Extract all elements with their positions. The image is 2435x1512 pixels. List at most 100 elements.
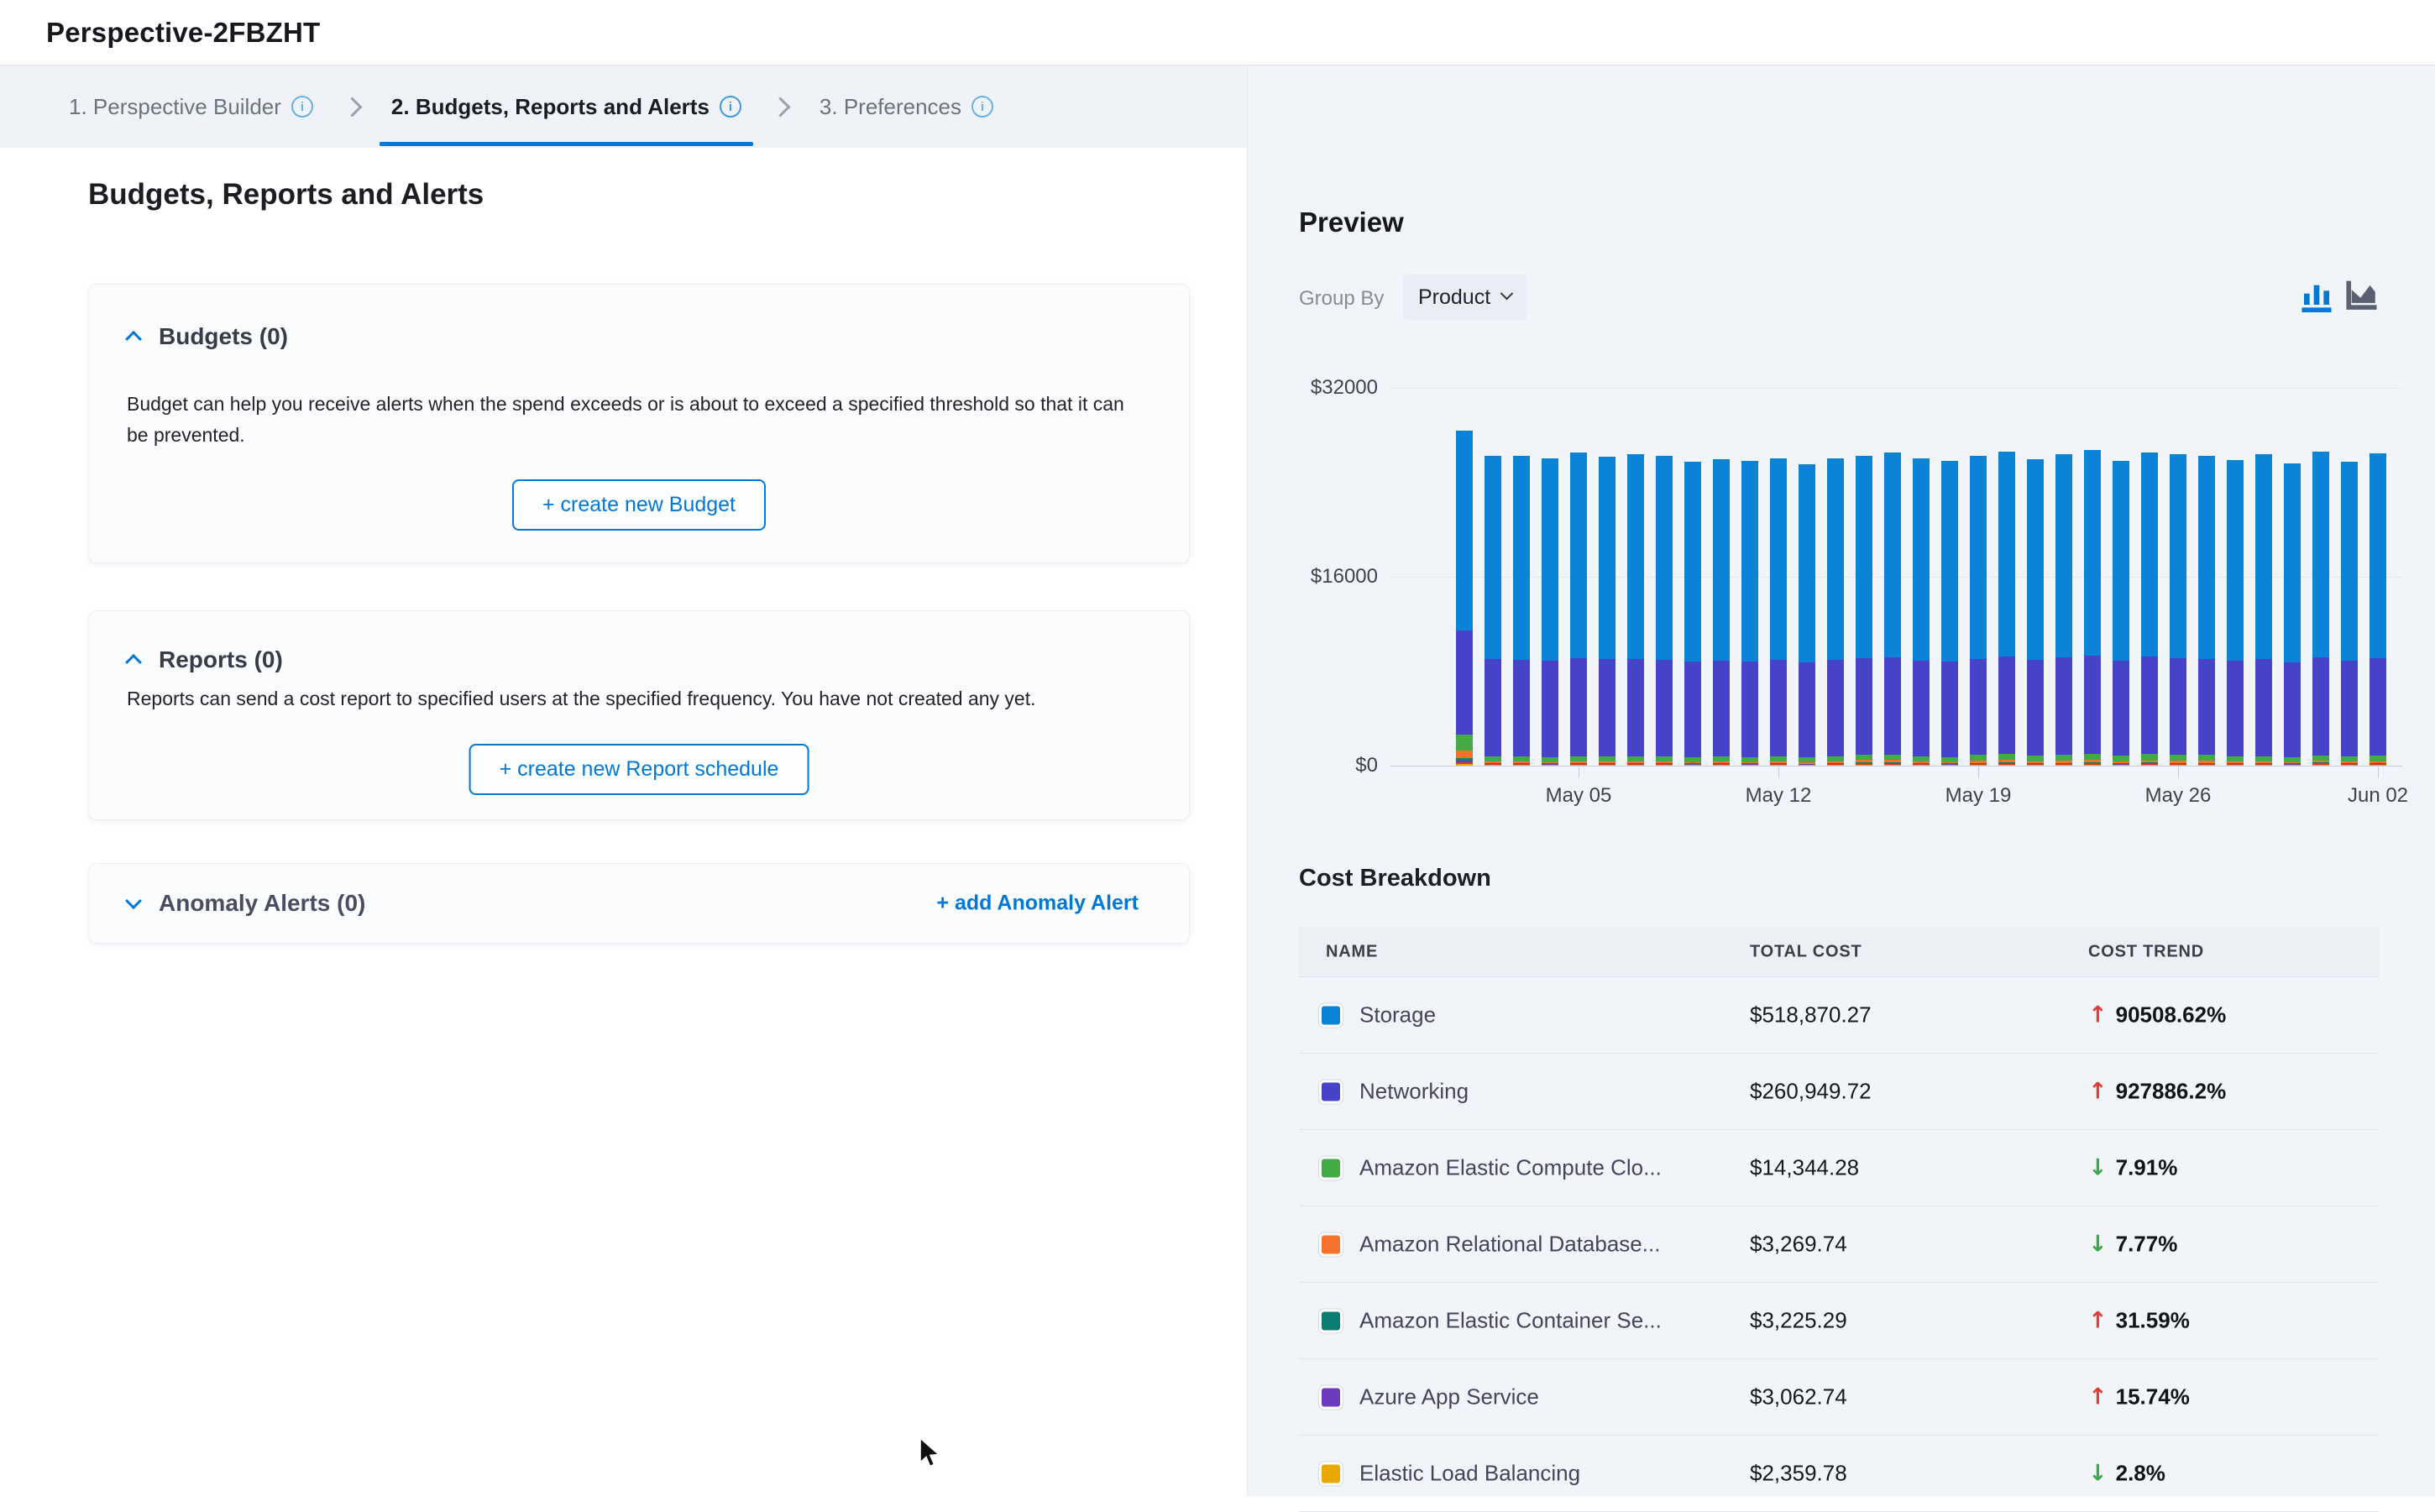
- bar-segment: [1913, 661, 1930, 757]
- collapse-anomaly-icon[interactable]: [127, 897, 140, 910]
- area-chart-icon: [2344, 278, 2380, 315]
- bar-segment: [1513, 456, 1530, 660]
- stacked-bar: [2027, 459, 2044, 766]
- stacked-bar: [1741, 461, 1758, 766]
- total-cost-value: $3,225.29: [1750, 1308, 1847, 1334]
- stacked-bar: [2370, 453, 2386, 766]
- stacked-bar: [1684, 462, 1701, 766]
- bar-segment: [2084, 754, 2101, 760]
- stacked-bar: [1542, 458, 1558, 766]
- stacked-bar: [1570, 453, 1587, 766]
- bar-segment: [1913, 765, 1930, 766]
- trend-up-icon: ↑: [2088, 1308, 2108, 1334]
- table-row[interactable]: Elastic Load Balancing$2,359.78↓2.8%: [1299, 1436, 2379, 1512]
- bar-segment: [2055, 755, 2072, 761]
- bar-segment: [1998, 765, 2015, 766]
- y-tick-16000: $16000: [1273, 565, 1378, 589]
- column-header-total-cost: TOTAL COST: [1750, 942, 1862, 961]
- legend-color-swatch: [1319, 1309, 1343, 1332]
- app-header: Perspective-2FBZHT: [0, 0, 2435, 65]
- bar-segment: [1456, 431, 1473, 630]
- trend-down-icon: ↓: [2088, 1461, 2108, 1487]
- stacked-bar: [1941, 461, 1958, 766]
- cost-trend-value: 7.77%: [2116, 1232, 2178, 1258]
- cost-trend-value: 2.8%: [2116, 1461, 2165, 1487]
- cost-trend-value: 15.74%: [2116, 1384, 2190, 1410]
- bar-segment: [1827, 765, 1844, 766]
- bar-segment: [1656, 765, 1673, 766]
- bar-segment: [2227, 765, 2244, 766]
- bar-segment: [2027, 765, 2044, 766]
- tab-3[interactable]: 3. Preferencesi: [820, 94, 993, 120]
- stacked-bar: [1970, 456, 1987, 766]
- bar-segment: [1542, 458, 1558, 661]
- info-icon[interactable]: i: [720, 96, 741, 118]
- bar-segment: [2198, 755, 2215, 761]
- stacked-bar: [1884, 453, 1901, 766]
- stacked-bar: [1856, 456, 1872, 766]
- bar-segment: [2170, 658, 2186, 755]
- product-name: Networking: [1359, 1079, 1469, 1105]
- x-tick-label: May 12: [1746, 784, 1812, 808]
- collapse-budgets-icon[interactable]: [127, 330, 140, 343]
- bar-segment: [1799, 765, 1815, 766]
- bar-segment: [1884, 657, 1901, 755]
- bar-segment: [1627, 765, 1644, 766]
- add-anomaly-alert-link[interactable]: + add Anomaly Alert: [936, 892, 1139, 916]
- create-report-button[interactable]: + create new Report schedule: [469, 744, 809, 795]
- bar-segment: [1627, 659, 1644, 756]
- bar-segment: [2312, 452, 2329, 657]
- x-tick-label: May 19: [1945, 784, 2012, 808]
- bar-segment: [1799, 662, 1815, 757]
- info-icon[interactable]: i: [971, 96, 993, 118]
- bar-segment: [1799, 464, 1815, 662]
- stacked-bar: [1456, 431, 1473, 766]
- bar-segment: [1684, 662, 1701, 757]
- bar-segment: [1713, 459, 1730, 661]
- bar-segment: [2113, 461, 2129, 661]
- bar-segment: [1998, 657, 2015, 754]
- x-tick-label: May 26: [2145, 784, 2212, 808]
- bar-segment: [1485, 659, 1501, 756]
- bar-segment: [2198, 765, 2215, 766]
- table-row[interactable]: Storage$518,870.27↑90508.62%: [1299, 977, 2379, 1054]
- bar-segment: [1941, 662, 1958, 757]
- anomaly-card-title: Anomaly Alerts (0): [159, 890, 365, 917]
- stacked-bar: [1770, 458, 1787, 766]
- cost-trend-value: 31.59%: [2116, 1308, 2190, 1334]
- bar-segment: [1684, 462, 1701, 662]
- preview-panel: Preview Group By Product $32000 $16000 $…: [1247, 65, 2435, 1496]
- page-title: Perspective-2FBZHT: [46, 17, 320, 49]
- table-row[interactable]: Amazon Elastic Compute Clo...$14,344.28↓…: [1299, 1130, 2379, 1206]
- bar-segment: [2255, 659, 2272, 756]
- bar-segment: [1656, 456, 1673, 660]
- table-row[interactable]: Amazon Relational Database...$3,269.74↓7…: [1299, 1206, 2379, 1283]
- info-icon[interactable]: i: [291, 96, 313, 118]
- collapse-reports-icon[interactable]: [127, 653, 140, 667]
- tab-1[interactable]: 1. Perspective Builderi: [69, 94, 313, 120]
- y-tick-0: $0: [1273, 754, 1378, 777]
- bar-segment: [2084, 656, 2101, 754]
- group-by-value: Product: [1418, 285, 1490, 310]
- cost-breakdown-heading: Cost Breakdown: [1299, 865, 1491, 892]
- bar-segment: [2113, 756, 2129, 761]
- bar-chart-toggle[interactable]: [2299, 277, 2334, 316]
- legend-color-swatch: [1319, 1156, 1343, 1180]
- reports-card: Reports (0) Reports can send a cost repo…: [88, 610, 1190, 820]
- bar-segment: [1513, 660, 1530, 756]
- bar-segment: [2141, 453, 2158, 657]
- tab-2[interactable]: 2. Budgets, Reports and Alertsi: [391, 94, 741, 120]
- bar-segment: [1970, 456, 1987, 658]
- stacked-bar: [2084, 450, 2101, 766]
- bar-segment: [1599, 765, 1615, 766]
- table-row[interactable]: Networking$260,949.72↑927886.2%: [1299, 1054, 2379, 1130]
- create-budget-button[interactable]: + create new Budget: [512, 479, 766, 531]
- bar-segment: [1827, 458, 1844, 660]
- anomaly-card: Anomaly Alerts (0) + add Anomaly Alert: [88, 863, 1190, 944]
- bar-segment: [1599, 457, 1615, 660]
- area-chart-toggle[interactable]: [2344, 277, 2380, 316]
- group-by-select[interactable]: Product: [1403, 275, 1526, 320]
- table-row[interactable]: Azure App Service$3,062.74↑15.74%: [1299, 1359, 2379, 1436]
- table-row[interactable]: Amazon Elastic Container Se...$3,225.29↑…: [1299, 1283, 2379, 1359]
- trend-up-icon: ↑: [2088, 1079, 2108, 1105]
